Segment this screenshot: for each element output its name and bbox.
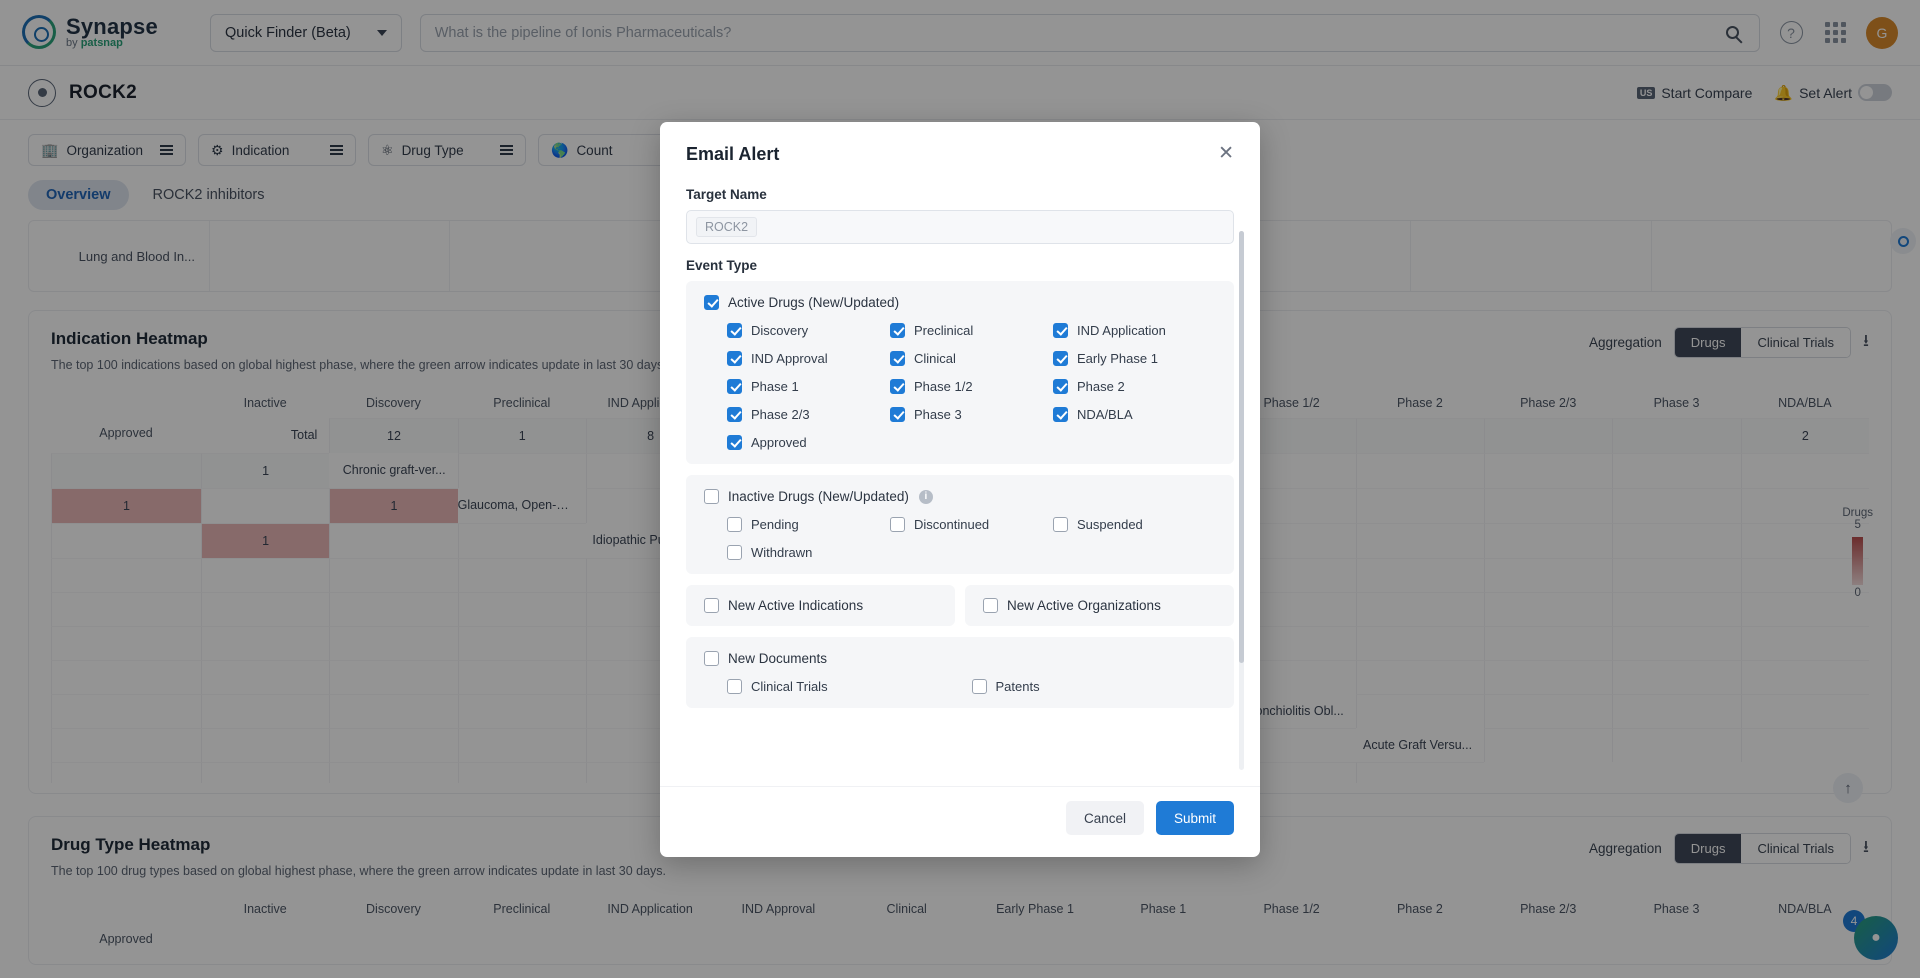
checkbox-label: Phase 1/2 xyxy=(914,379,973,394)
checkbox-label: Phase 2 xyxy=(1077,379,1125,394)
checkbox-box[interactable] xyxy=(971,679,987,694)
inactive-drugs-children: Pending Discontinued Suspended Withdrawn xyxy=(704,517,1216,560)
checkbox-label: Clinical Trials xyxy=(751,679,828,694)
checkbox-box[interactable] xyxy=(727,379,742,394)
checkbox-label: Phase 2/3 xyxy=(751,407,810,422)
checkbox-box[interactable] xyxy=(890,517,905,532)
checkbox-discontinued[interactable]: Discontinued xyxy=(890,517,1053,532)
checkbox-box[interactable] xyxy=(890,379,905,394)
checkbox-box[interactable] xyxy=(727,323,742,338)
target-name-tag: ROCK2 xyxy=(696,217,758,237)
checkbox-phase-3[interactable]: Phase 3 xyxy=(890,407,1053,422)
app-root: Synapse by patsnap Quick Finder (Beta) ?… xyxy=(0,0,1920,978)
checkbox-box[interactable] xyxy=(727,435,742,450)
checkbox-clinical[interactable]: Clinical xyxy=(890,351,1053,366)
info-icon[interactable]: i xyxy=(918,489,933,504)
checkbox-box[interactable] xyxy=(727,545,742,560)
checkbox-box[interactable] xyxy=(1053,323,1068,338)
dialog-footer: Cancel Submit xyxy=(660,786,1260,857)
checkbox-inactive-drugs[interactable]: Inactive Drugs (New/Updated) xyxy=(704,489,909,504)
checkbox-label: NDA/BLA xyxy=(1077,407,1133,422)
checkbox-new-active-organizations[interactable]: New Active Organizations xyxy=(983,598,1216,613)
new-active-organizations-group: New Active Organizations xyxy=(965,585,1234,626)
checkbox-new-active-indications[interactable]: New Active Indications xyxy=(704,598,937,613)
checkbox-new-documents[interactable]: New Documents xyxy=(704,651,827,666)
checkbox-withdrawn[interactable]: Withdrawn xyxy=(727,545,890,560)
checkbox-box[interactable] xyxy=(704,598,719,613)
checkbox-patents[interactable]: Patents xyxy=(971,679,1217,694)
checkbox-label: Phase 1 xyxy=(751,379,799,394)
checkbox-preclinical[interactable]: Preclinical xyxy=(890,323,1053,338)
dialog-body: Target Name ROCK2 Event Type Active Drug… xyxy=(660,175,1260,786)
dialog-scrollbar[interactable] xyxy=(1239,231,1244,770)
checkbox-label: Suspended xyxy=(1077,517,1143,532)
dialog-scrollbar-thumb[interactable] xyxy=(1239,231,1244,663)
active-drugs-children: Discovery Preclinical IND Application IND A… xyxy=(704,323,1216,450)
checkbox-label: Patents xyxy=(995,679,1040,694)
dialog-header: Email Alert ✕ xyxy=(660,122,1260,175)
checkbox-nda-bla[interactable]: NDA/BLA xyxy=(1053,407,1216,422)
checkbox-ind-approval[interactable]: IND Approval xyxy=(727,351,890,366)
checkbox-box[interactable] xyxy=(727,351,742,366)
submit-button[interactable]: Submit xyxy=(1156,801,1234,835)
checkbox-box[interactable] xyxy=(727,679,742,694)
checkbox-label: New Active Indications xyxy=(728,598,864,613)
checkbox-phase-1-2[interactable]: Phase 1/2 xyxy=(890,379,1053,394)
group-active-drugs: Active Drugs (New/Updated) Discovery Precl… xyxy=(686,281,1234,464)
new-documents-group: New Documents Clinical Trials Patents xyxy=(686,637,1234,708)
event-type-groups: Active Drugs (New/Updated) Discovery Precl… xyxy=(686,281,1234,574)
checkbox-label: Active Drugs (New/Updated) xyxy=(728,295,900,310)
checkbox-box[interactable] xyxy=(1053,379,1068,394)
checkbox-label: Phase 3 xyxy=(914,407,962,422)
checkbox-label: Early Phase 1 xyxy=(1077,351,1158,366)
group-inactive-drugs: Inactive Drugs (New/Updated) i Pending Disc… xyxy=(686,475,1234,574)
checkbox-box[interactable] xyxy=(890,351,905,366)
checkbox-active-drugs[interactable]: Active Drugs (New/Updated) xyxy=(704,295,899,310)
checkbox-box[interactable] xyxy=(704,295,719,310)
checkbox-suspended[interactable]: Suspended xyxy=(1053,517,1216,532)
checkbox-label: IND Application xyxy=(1077,323,1166,338)
checkbox-box[interactable] xyxy=(704,489,719,504)
checkbox-phase-2[interactable]: Phase 2 xyxy=(1053,379,1216,394)
checkbox-label: New Documents xyxy=(728,651,828,666)
checkbox-box[interactable] xyxy=(727,407,742,422)
checkbox-box[interactable] xyxy=(704,651,719,666)
checkbox-box[interactable] xyxy=(727,517,742,532)
split-option-row: New Active Indications New Active Organi… xyxy=(686,585,1234,626)
checkbox-box[interactable] xyxy=(890,323,905,338)
target-name-label: Target Name xyxy=(686,187,767,202)
checkbox-approved[interactable]: Approved xyxy=(727,435,890,450)
checkbox-box[interactable] xyxy=(983,598,998,613)
dialog-title: Email Alert xyxy=(686,144,780,164)
target-name-field[interactable]: ROCK2 xyxy=(686,210,1234,244)
checkbox-clinical-trials[interactable]: Clinical Trials xyxy=(727,679,972,694)
checkbox-phase-1[interactable]: Phase 1 xyxy=(727,379,890,394)
cancel-button[interactable]: Cancel xyxy=(1066,801,1144,835)
checkbox-ind-application[interactable]: IND Application xyxy=(1053,323,1216,338)
checkbox-label: IND Approval xyxy=(751,351,828,366)
event-type-label: Event Type xyxy=(686,258,758,273)
checkbox-discovery[interactable]: Discovery xyxy=(727,323,890,338)
checkbox-label: Preclinical xyxy=(914,323,974,338)
checkbox-label: Discontinued xyxy=(914,517,990,532)
checkbox-label: New Active Organizations xyxy=(1007,598,1161,613)
checkbox-label: Approved xyxy=(751,435,807,450)
checkbox-box[interactable] xyxy=(1053,407,1068,422)
new-active-indications-group: New Active Indications xyxy=(686,585,955,626)
checkbox-label: Inactive Drugs (New/Updated) xyxy=(728,489,909,504)
email-alert-dialog: Email Alert ✕ Target Name ROCK2 Event Ty… xyxy=(660,122,1260,857)
close-icon[interactable]: ✕ xyxy=(1218,144,1234,163)
checkbox-label: Discovery xyxy=(751,323,809,338)
checkbox-label: Pending xyxy=(751,517,799,532)
new-documents-children: Clinical Trials Patents xyxy=(704,679,1216,694)
checkbox-phase-2-3[interactable]: Phase 2/3 xyxy=(727,407,890,422)
checkbox-box[interactable] xyxy=(1053,517,1068,532)
checkbox-box[interactable] xyxy=(890,407,905,422)
checkbox-label: Clinical xyxy=(914,351,956,366)
checkbox-label: Withdrawn xyxy=(751,545,813,560)
checkbox-box[interactable] xyxy=(1053,351,1068,366)
checkbox-early-phase-1[interactable]: Early Phase 1 xyxy=(1053,351,1216,366)
checkbox-pending[interactable]: Pending xyxy=(727,517,890,532)
